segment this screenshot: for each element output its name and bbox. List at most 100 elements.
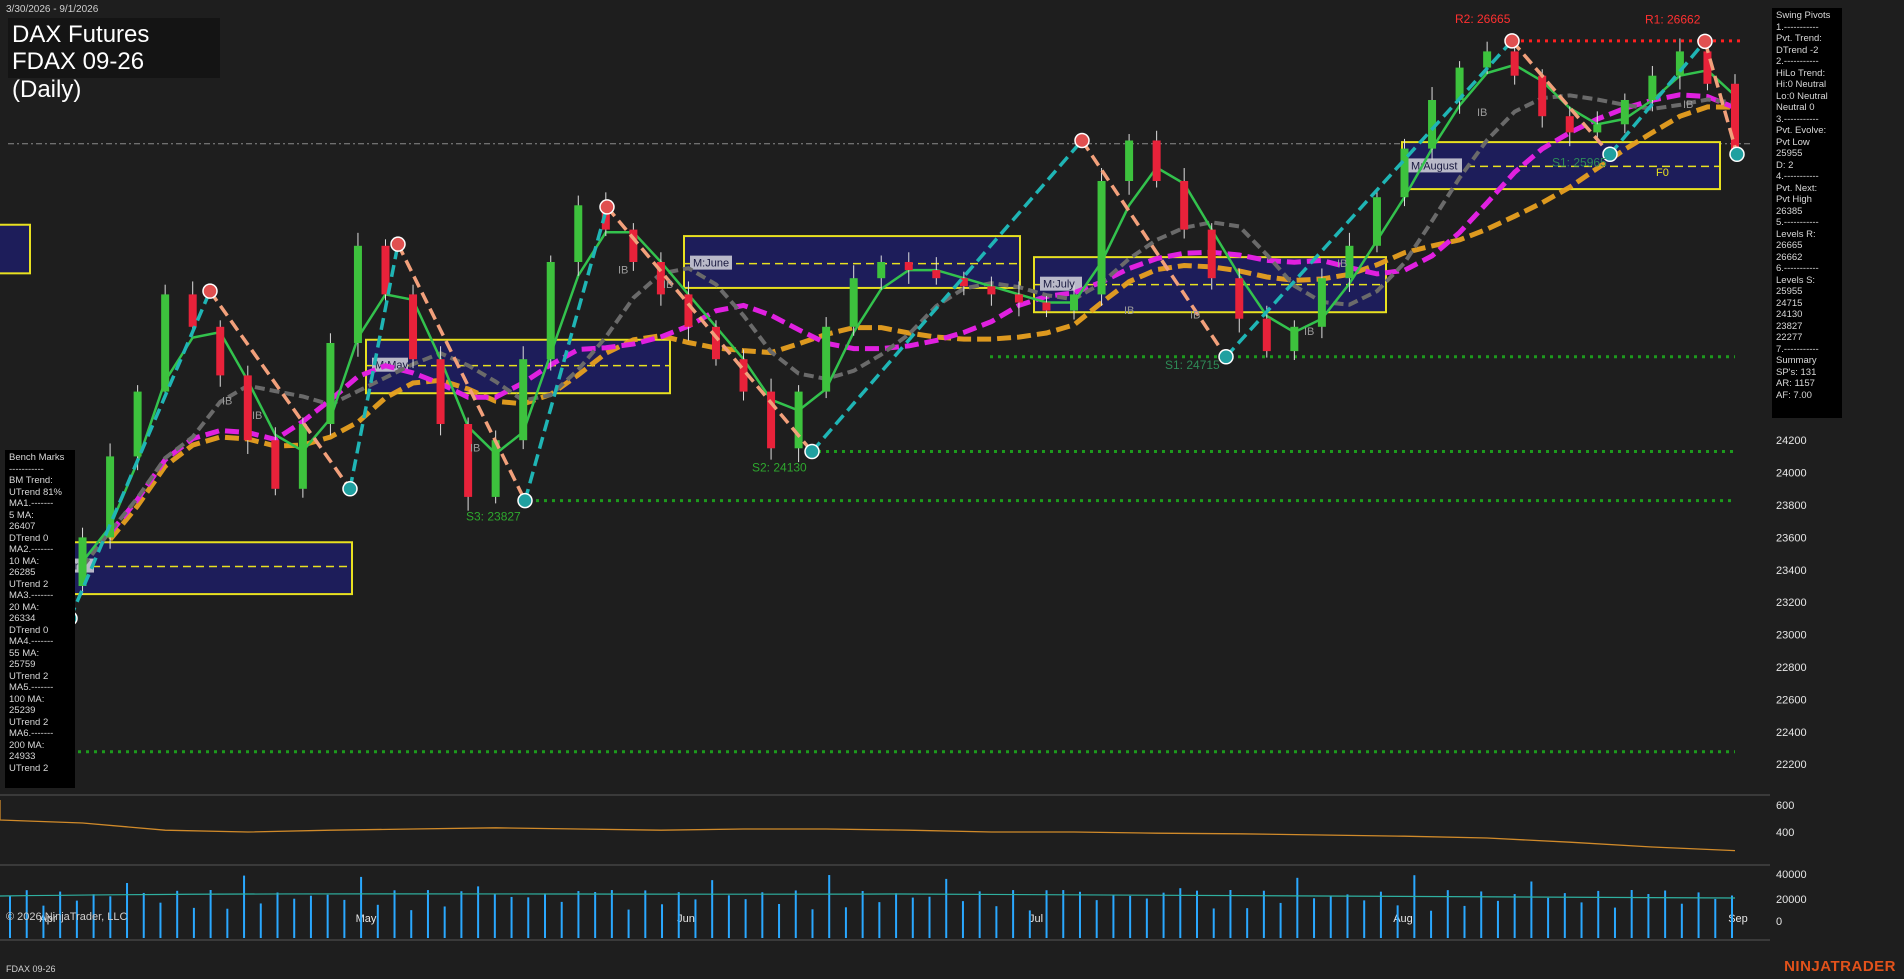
candle-up xyxy=(1593,124,1602,133)
candle-down xyxy=(271,440,280,489)
swing-pivots-line: Lo:0 Neutral xyxy=(1776,90,1828,102)
copyright: © 2026 NinjaTrader, LLC xyxy=(6,911,128,923)
swing-point-marker xyxy=(804,443,820,460)
swing-point-marker xyxy=(390,236,406,252)
y-tick-label: 23400 xyxy=(1776,565,1807,577)
ib-marker: IB xyxy=(1304,326,1314,338)
y-tick-label: 24200 xyxy=(1776,435,1807,447)
bench-marks-line: ----------- xyxy=(9,463,44,475)
indicator-tick-label: 600 xyxy=(1776,800,1794,812)
candle-down xyxy=(1180,181,1189,230)
swing-point-marker xyxy=(202,283,218,299)
candle-up xyxy=(1290,326,1299,352)
volume-tick-label: 40000 xyxy=(1776,869,1807,881)
bench-marks-line: MA5.------- xyxy=(9,682,54,693)
bench-marks-line: UTrend 81% xyxy=(9,486,62,498)
swing-point-marker xyxy=(1218,349,1234,365)
candle-down xyxy=(1510,51,1519,76)
candle-down xyxy=(684,294,693,327)
y-tick-label: 22400 xyxy=(1776,727,1807,739)
candle-down xyxy=(904,262,913,271)
swing-pivots-line: Pvt. Evolve: xyxy=(1776,125,1827,136)
volume-tick-label: 20000 xyxy=(1776,894,1807,906)
swing-pivots-line: 3.----------- xyxy=(1776,113,1819,125)
candle-up xyxy=(1483,51,1492,68)
swing-pivots-line: 5.----------- xyxy=(1776,217,1819,228)
swing-pivots-panel: Swing Pivots 1.----------- Pvt. Trend: DTre… xyxy=(1772,8,1842,418)
ib-marker: IB xyxy=(1124,305,1134,317)
swing-pivots-line: Levels R: xyxy=(1776,228,1816,240)
candle-down xyxy=(1235,278,1244,319)
y-tick-label: 22600 xyxy=(1776,694,1807,706)
candle-up xyxy=(1125,140,1134,181)
candle-up xyxy=(794,391,803,449)
swing-pivots-line: Swing Pivots xyxy=(1776,10,1831,21)
instrument-title: DAX Futures xyxy=(12,21,150,48)
monthly-box-label: M:July xyxy=(1043,279,1075,291)
ib-marker: IB xyxy=(1477,107,1487,119)
ib-marker: IB xyxy=(252,410,262,422)
candle-down xyxy=(409,294,418,360)
candle-up xyxy=(353,245,362,343)
swing-level-label: R2: 26665 xyxy=(1455,12,1511,26)
bench-marks-line: Bench Marks xyxy=(9,452,65,463)
candle-down xyxy=(1152,140,1161,181)
candle-up xyxy=(1648,75,1657,100)
bench-marks-line: 100 MA: xyxy=(9,693,45,705)
date-range: 3/30/2026 - 9/1/2026 xyxy=(6,4,99,15)
candle-down xyxy=(216,326,225,376)
swing-pivots-line: AR: 1157 xyxy=(1776,378,1815,389)
candle-up xyxy=(1675,51,1684,76)
swing-level-label: S1: 25965 xyxy=(1552,155,1607,169)
bench-marks-line: 25759 xyxy=(9,659,36,670)
swing-pivots-line: 23827 xyxy=(1776,320,1803,332)
swing-pivots-line: HiLo Trend: xyxy=(1776,67,1826,79)
monthly-box-label: M:August xyxy=(1411,160,1457,172)
x-tick-label: Jul xyxy=(1029,913,1043,925)
swing-pivots-line: 22277 xyxy=(1776,332,1803,343)
prior-month-box xyxy=(0,223,31,275)
bench-marks-line: 25239 xyxy=(9,705,36,716)
candle-up xyxy=(1097,181,1106,295)
swing-pivots-line: D: 2 xyxy=(1776,159,1794,171)
swing-pivots-line: 2.----------- xyxy=(1776,56,1819,67)
bench-marks-line: DTrend 0 xyxy=(9,532,49,544)
x-tick-label: Aug xyxy=(1393,913,1413,925)
y-tick-label: 23200 xyxy=(1776,597,1807,609)
candle-up xyxy=(519,359,528,441)
y-tick-label: 22800 xyxy=(1776,662,1807,674)
ib-marker: IB xyxy=(222,396,232,408)
contract-title: FDAX 09-26 (Daily) xyxy=(12,48,145,103)
indicator-tick-label: 400 xyxy=(1776,827,1794,839)
swing-pivots-line: Neutral 0 xyxy=(1776,102,1815,113)
candle-up xyxy=(1372,197,1381,246)
swing-pivots-line: Pvt High xyxy=(1776,194,1812,205)
monthly-box-label: M:June xyxy=(693,258,729,270)
swing-point-marker xyxy=(342,481,358,497)
swing-point-marker xyxy=(1729,146,1745,163)
swing-pivots-line: 25955 xyxy=(1776,286,1803,297)
bench-marks-line: 55 MA: xyxy=(9,647,40,659)
candle-up xyxy=(877,262,886,279)
ib-marker: IB xyxy=(618,264,628,276)
candle-up xyxy=(822,326,831,392)
candle-up xyxy=(133,391,142,457)
candle-down xyxy=(1731,83,1739,152)
y-tick-label: 23800 xyxy=(1776,500,1807,512)
swing-pivots-line: Pvt. Next: xyxy=(1776,182,1818,194)
swing-point-marker xyxy=(1074,132,1090,149)
swing-level-label: S2: 24130 xyxy=(752,461,807,475)
swing-pivots-line: 7.----------- xyxy=(1776,343,1819,355)
price-chart[interactable]: 22200 22400 22600 22800 23000 23200 23400 23600… xyxy=(0,0,1904,979)
swing-pivots-line: SP's: 131 xyxy=(1776,366,1817,378)
chart-title-box: DAX Futures FDAX 09-26 (Daily) xyxy=(8,18,220,103)
swing-level-label: S1: 24715 xyxy=(1165,358,1220,372)
bench-marks-line: UTrend 2 xyxy=(9,578,49,590)
candle-down xyxy=(932,270,941,279)
swing-pivots-line: Levels S: xyxy=(1776,274,1816,286)
bench-marks-line: 26334 xyxy=(9,613,36,624)
candle-down xyxy=(1565,116,1574,133)
swing-pivots-line: 24715 xyxy=(1776,297,1803,309)
bench-marks-line: 26407 xyxy=(9,521,36,532)
swing-pivots-line: Hi:0 Neutral xyxy=(1776,79,1827,90)
